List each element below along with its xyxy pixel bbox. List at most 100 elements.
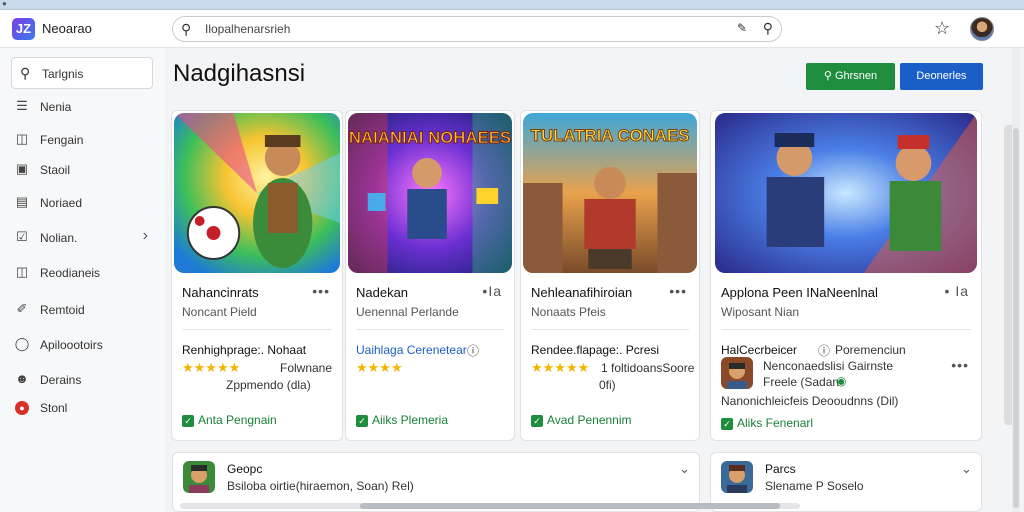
sidebar-item-apiloootoirs[interactable]: ◯ Apiloootoirs — [14, 333, 154, 357]
sidebar-item-label: Stonl — [40, 401, 68, 415]
sidebar-item-remtoid[interactable]: ✐ Remtoid — [14, 298, 154, 322]
game-art-image — [174, 113, 340, 273]
info-icon[interactable]: ⓘ — [818, 342, 830, 359]
game-card[interactable]: TULATRIA CONAES Nehleanafihiroian ••• No… — [520, 110, 700, 441]
chat-icon: ◯ — [14, 336, 30, 351]
info-icon[interactable]: ⓘ — [467, 342, 479, 359]
sidebar-item-fengain[interactable]: ◫ Fengain — [14, 128, 154, 152]
brush-icon: ✐ — [16, 301, 28, 316]
more-options-icon[interactable]: •Ia — [482, 283, 502, 299]
card-subtitle: Nonaats Pfeis — [531, 305, 606, 319]
layers-icon: ☰ — [16, 98, 28, 113]
verified-badge: ✓ Anta Pengnain — [182, 413, 277, 427]
divider — [356, 329, 504, 330]
card-note: 1 foltidoansSoore — [601, 361, 695, 375]
game-art-image: NAIANIAI NOHAEES — [348, 113, 512, 273]
search-bar[interactable]: ⚲ Ilopalhenarsrieh ✎ ⚲ — [172, 16, 782, 42]
blue-action-button[interactable]: Deonerles — [900, 63, 983, 90]
divider — [531, 329, 689, 330]
rating-stars: ★★★★★ — [182, 360, 241, 375]
badge-label: Anta Pengnain — [198, 413, 277, 427]
bookmark-icon: ◫ — [15, 131, 29, 146]
developer-avatar — [721, 357, 753, 389]
sidebar-item-label: Staoil — [40, 163, 71, 177]
game-thumbnail — [721, 461, 753, 493]
sidebar-item-noriaed[interactable]: ▤ Noriaed — [14, 191, 154, 215]
sidebar-item-derains[interactable]: ☻ Derains — [14, 368, 154, 392]
divider — [721, 329, 971, 330]
art-title: TULATRIA CONAES — [531, 126, 690, 145]
sidebar-item-stonl[interactable]: ● Stonl — [14, 396, 154, 420]
more-options-icon[interactable]: • Ia — [945, 283, 969, 299]
sidebar-search[interactable]: ⚲ Tarlgnis — [11, 57, 153, 89]
favorite-star-icon[interactable]: ☆ — [934, 18, 950, 39]
card-note: Zppmendo (dla) — [226, 378, 311, 392]
sidebar-item-nenia[interactable]: ☰ Nenia — [14, 95, 154, 119]
sidebar-item-label: Nolian. — [40, 231, 78, 245]
game-card[interactable]: NAIANIAI NOHAEES Nadekan •Ia Uenennal Pe… — [345, 110, 515, 441]
chevron-right-icon[interactable]: › — [143, 227, 148, 245]
game-thumbnail — [183, 461, 215, 493]
search-icon: ⚲ — [20, 65, 31, 81]
window-title-strip: ● — [0, 0, 1024, 10]
top-bar: JZ Neoarao ⚲ Ilopalhenarsrieh ✎ ⚲ ☆ — [0, 10, 1024, 48]
sidebar-item-nolian[interactable]: ☑ Nolian. › — [14, 226, 154, 250]
square-icon: ▣ — [15, 161, 29, 176]
more-options-icon[interactable]: ••• — [312, 283, 330, 299]
sidebar-item-label: Apiloootoirs — [40, 338, 103, 352]
check-icon: ✓ — [531, 415, 543, 427]
green-action-button[interactable]: ⚲ Ghrsnen — [806, 63, 895, 90]
sidebar-item-label: Reodianeis — [40, 266, 101, 280]
sidebar-item-staoil[interactable]: ▣ Staoil — [14, 158, 154, 182]
page-title: Nadgihasnsi — [173, 60, 306, 87]
card-subtitle: Wiposant Nian — [721, 305, 800, 319]
sidebar-item-label: Remtoid — [40, 303, 85, 317]
scrollbar-thumb[interactable] — [1013, 128, 1019, 508]
status-icon: ◉ — [836, 374, 847, 388]
vertical-scrollbar[interactable] — [1012, 48, 1020, 512]
more-options-icon[interactable]: ••• — [669, 283, 687, 299]
check-icon: ✓ — [356, 415, 368, 427]
badge-label: Aiiks Plemeria — [372, 413, 449, 427]
horizontal-scrollbar[interactable] — [180, 503, 800, 509]
verified-badge: ✓ Aiiks Plemeria — [356, 413, 448, 427]
sidebar: ⚲ Tarlgnis ☰ Nenia ◫ Fengain ▣ Staoil ▤ Nori… — [0, 48, 165, 512]
game-art-image — [715, 113, 977, 273]
pen-icon[interactable]: ✎ — [737, 21, 747, 35]
grid-icon: ◫ — [15, 264, 29, 279]
game-card[interactable]: Nahancinrats ••• Noncant Pield Renhighpr… — [171, 110, 343, 441]
window-menu-icon[interactable]: ● — [2, 0, 10, 8]
person-icon: ☻ — [15, 371, 29, 386]
sidebar-item-reodianeis[interactable]: ◫ Reodianeis — [14, 261, 154, 285]
chevron-down-icon[interactable]: ⌄ — [679, 461, 690, 477]
checkbox-icon: ☑ — [16, 229, 28, 244]
rating-stars: ★★★★ — [356, 360, 403, 375]
search-input[interactable]: Ilopalhenarsrieh — [205, 22, 290, 36]
app-title: Neoarao — [42, 21, 92, 36]
red-circle-icon: ● — [15, 401, 29, 415]
card-note: 0fi) — [599, 378, 616, 392]
list-item-title: Parcs — [765, 462, 796, 476]
document-icon: ▤ — [15, 194, 29, 209]
sidebar-item-label: Nenia — [40, 100, 72, 114]
card-detail: Renhighprage:. Nohaat — [182, 343, 307, 357]
card-subtitle: Noncant Pield — [182, 305, 257, 319]
sidebar-item-label: Derains — [40, 373, 82, 387]
chevron-down-icon[interactable]: ⌄ — [961, 461, 972, 477]
verified-badge: ✓ Avad Penennim — [531, 413, 632, 427]
more-options-icon[interactable]: ••• — [951, 357, 969, 373]
card-detail: Uaihlaga Cerenetear — [356, 343, 467, 357]
developer-detail: Freele (Sadan — [763, 375, 840, 389]
card-title: Nahancinrats — [182, 285, 259, 300]
list-item-title: Geopc — [227, 462, 263, 476]
sidebar-item-label: Noriaed — [40, 196, 83, 210]
divider — [182, 329, 332, 330]
card-note: Folwnane — [280, 361, 333, 375]
scrollbar-thumb[interactable] — [360, 503, 780, 509]
game-card[interactable]: Applona Peen INaNeenlnal • Ia Wiposant N… — [710, 110, 982, 441]
lens-icon[interactable]: ⚲ — [763, 20, 773, 37]
app-logo[interactable]: JZ — [12, 18, 35, 40]
user-avatar[interactable] — [970, 17, 994, 41]
card-title: Nadekan — [356, 285, 409, 300]
check-icon: ✓ — [721, 418, 733, 430]
